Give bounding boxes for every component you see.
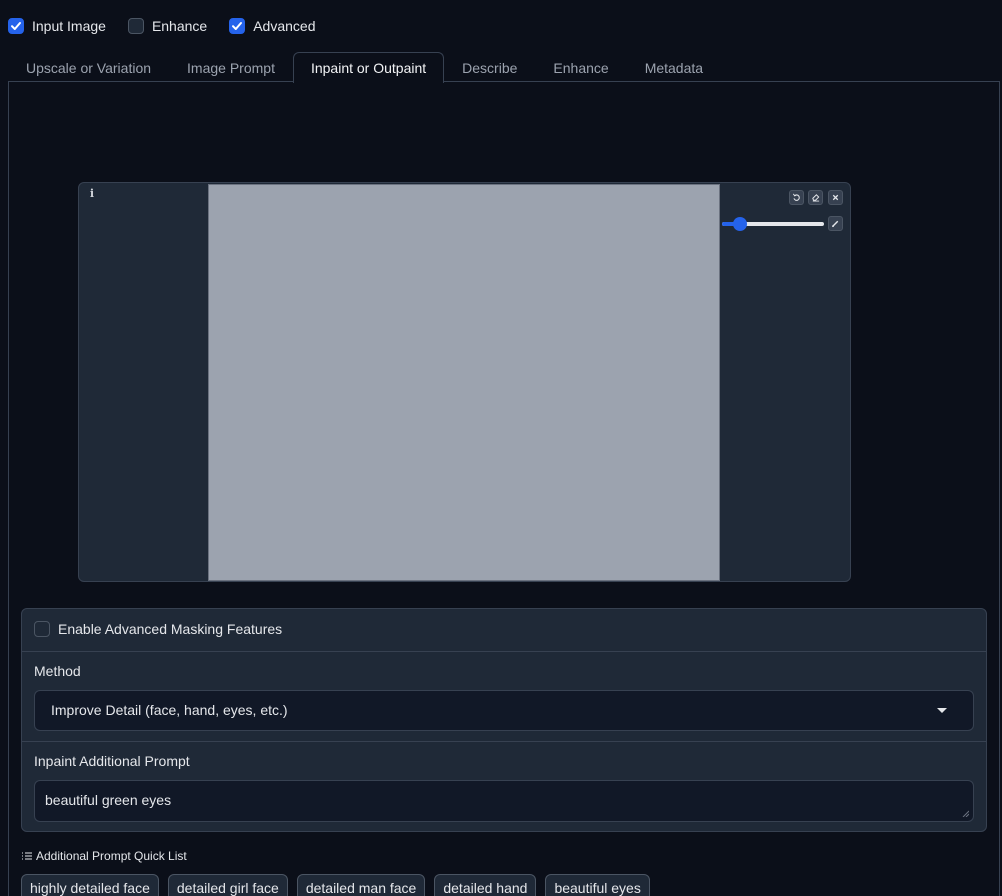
photo-placeholder: [208, 184, 720, 581]
quick-prompt-chip[interactable]: detailed man face: [296, 874, 426, 896]
info-icon[interactable]: i: [85, 187, 99, 201]
quick-list-chips: highly detailed face detailed girl face …: [21, 874, 659, 896]
tab-inpaint-or-outpaint[interactable]: Inpaint or Outpaint: [292, 52, 445, 83]
tab-upscale-or-variation[interactable]: Upscale or Variation: [8, 52, 169, 82]
quick-prompt-chip[interactable]: beautiful eyes: [545, 874, 650, 896]
tab-describe[interactable]: Describe: [444, 52, 535, 82]
input-tabs: Upscale or Variation Image Prompt Inpain…: [8, 52, 1000, 83]
checkbox-unchecked-icon: [34, 621, 50, 637]
chevron-down-icon: [937, 708, 947, 713]
enable-advanced-masking-label: Enable Advanced Masking Features: [58, 621, 283, 637]
enhance-label: Enhance: [151, 18, 208, 34]
close-icon[interactable]: [828, 190, 843, 205]
input-image-checkbox[interactable]: Input Image: [8, 18, 106, 34]
quick-list-heading: Additional Prompt Quick List: [22, 849, 187, 863]
tab-enhance[interactable]: Enhance: [535, 52, 626, 82]
method-selected-value: Improve Detail (face, hand, eyes, etc.): [51, 702, 288, 718]
eraser-icon[interactable]: [808, 190, 823, 205]
checkbox-checked-icon: [229, 18, 246, 34]
enable-advanced-masking-checkbox[interactable]: Enable Advanced Masking Features: [34, 621, 282, 637]
method-label: Method: [34, 663, 81, 679]
tab-image-prompt[interactable]: Image Prompt: [169, 52, 293, 82]
method-dropdown[interactable]: Improve Detail (face, hand, eyes, etc.): [34, 690, 974, 731]
enhance-checkbox[interactable]: Enhance: [127, 18, 208, 34]
inpaint-prompt-value: beautiful green eyes: [45, 792, 172, 808]
resize-grip-icon[interactable]: [962, 810, 969, 817]
inpaint-canvas-image[interactable]: [208, 184, 720, 581]
slider-thumb[interactable]: [732, 217, 747, 231]
quick-prompt-chip[interactable]: detailed hand: [434, 874, 537, 896]
advanced-checkbox[interactable]: Advanced: [229, 18, 316, 34]
checkbox-unchecked-icon: [127, 18, 144, 34]
inpaint-additional-prompt-input[interactable]: beautiful green eyes: [34, 780, 974, 822]
inpaint-image-editor[interactable]: i: [78, 182, 851, 582]
inpaint-prompt-label: Inpaint Additional Prompt: [34, 753, 190, 769]
masking-settings-panel: Enable Advanced Masking Features Method …: [21, 608, 987, 832]
quick-list-label: Additional Prompt Quick List: [36, 849, 187, 863]
advanced-label: Advanced: [253, 18, 316, 34]
brush-color-icon[interactable]: [828, 216, 843, 231]
undo-icon[interactable]: [789, 190, 804, 205]
input-image-label: Input Image: [32, 18, 106, 34]
checkbox-checked-icon: [8, 18, 24, 34]
quick-prompt-chip[interactable]: detailed girl face: [167, 874, 288, 896]
list-icon: [22, 852, 32, 860]
divider: [22, 741, 986, 742]
divider: [22, 651, 986, 652]
quick-prompt-chip[interactable]: highly detailed face: [21, 874, 159, 896]
feature-toggles: Input Image Enhance Advanced: [8, 14, 338, 38]
brush-size-slider[interactable]: [722, 217, 824, 231]
tab-metadata[interactable]: Metadata: [627, 52, 721, 82]
